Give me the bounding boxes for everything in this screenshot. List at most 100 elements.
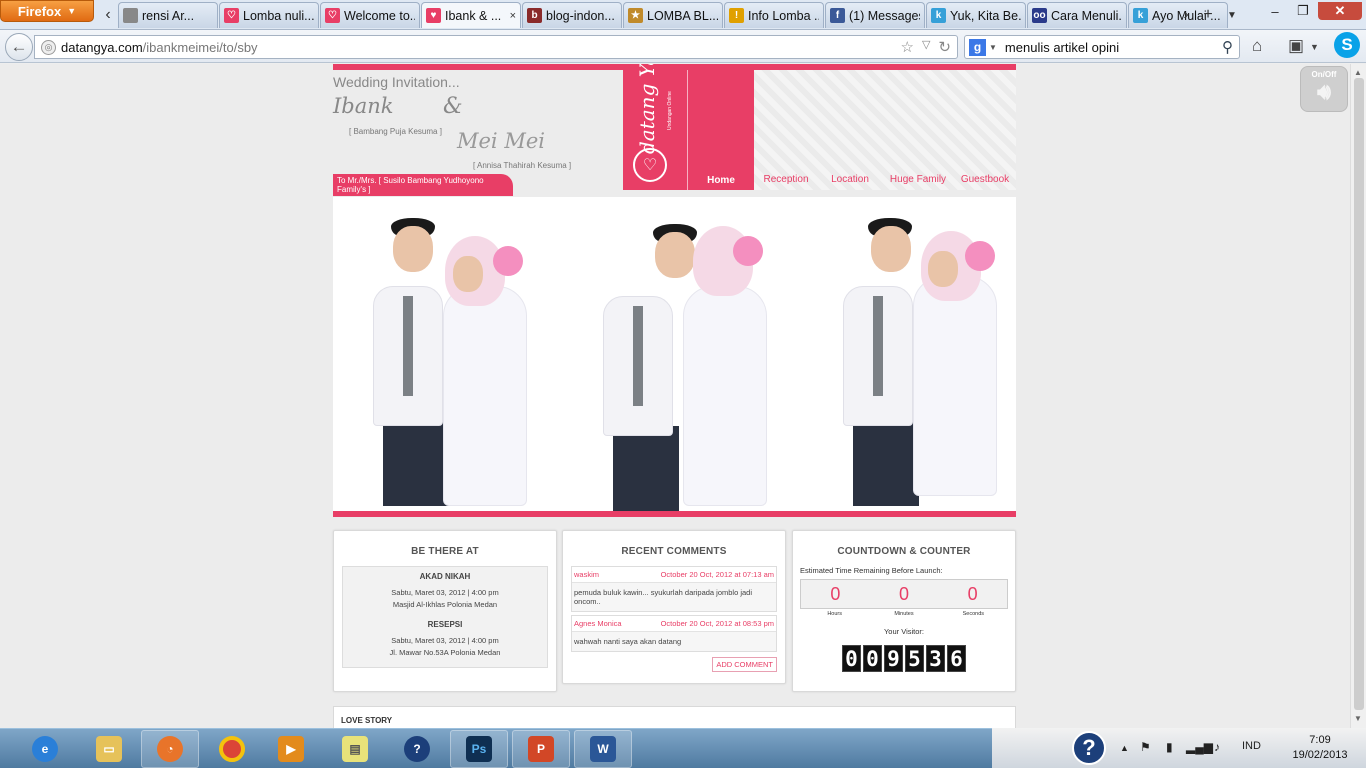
menu-location[interactable]: Location xyxy=(818,168,882,190)
tab-label: Cara Menuli... xyxy=(1051,8,1122,23)
navigation-bar: ← ◎ datangya.com/ibankmeimei/to/sby ☆ ▽ … xyxy=(0,30,1366,63)
close-window-button[interactable]: ✕ xyxy=(1318,2,1362,20)
vertical-scrollbar[interactable]: ▲ ▼ xyxy=(1350,64,1366,728)
volume-icon[interactable]: ♪ xyxy=(1214,740,1220,754)
browser-tab[interactable]: ♡ Lomba nuli... xyxy=(219,2,319,28)
music-toggle-button[interactable]: On/Off 🔊︎ xyxy=(1300,66,1348,112)
tab-label: (1) Messages xyxy=(849,8,920,23)
browser-tab[interactable]: k Yuk, Kita Be... xyxy=(926,2,1026,28)
url-host: datangya.com xyxy=(61,39,143,55)
bookmarks-icon[interactable]: ▣ xyxy=(1288,36,1304,56)
ie-taskbar-button[interactable]: e xyxy=(16,730,74,768)
minutes-value: 0 xyxy=(898,583,909,604)
speaker-icon: 🔊︎ xyxy=(1317,79,1331,104)
history-dropdown-icon[interactable]: ▽ xyxy=(922,38,930,56)
browser-tab[interactable]: ★ LOMBA BL... xyxy=(623,2,723,28)
bookmark-star-icon[interactable]: ☆ xyxy=(901,38,914,56)
close-tab-icon[interactable]: × xyxy=(510,10,516,22)
minimize-button[interactable]: – xyxy=(1262,2,1288,20)
comment-author[interactable]: Agnes Monica xyxy=(574,619,622,628)
skype-icon[interactable]: S xyxy=(1334,32,1360,58)
tab-bar: Firefox ▼ ‹ rensi Ar... ♡ Lomba nuli... ♡ We… xyxy=(0,0,1366,30)
restore-button[interactable]: ❐ xyxy=(1290,2,1316,20)
browser-tab[interactable]: ! Info Lomba ... xyxy=(724,2,824,28)
scrollbar-thumb[interactable] xyxy=(1354,78,1364,710)
firefox-taskbar-button[interactable]: ◔ xyxy=(141,730,199,768)
box-title: BE THERE AT xyxy=(411,546,479,557)
google-icon[interactable]: g xyxy=(969,38,986,56)
comment-text: pemuda buluk kawin... syukurlah daripada… xyxy=(574,588,753,606)
chevron-down-icon[interactable]: ▼ xyxy=(989,43,997,52)
battery-icon[interactable]: ▮ xyxy=(1166,740,1173,754)
signal-icon[interactable]: ▂▄▆ xyxy=(1186,740,1213,754)
bride-name: Mei Mei xyxy=(457,129,545,153)
browser-tab[interactable]: b blog-indon... xyxy=(522,2,622,28)
scroll-tabs-right-button[interactable]: › xyxy=(1176,4,1196,26)
tray-expand-icon[interactable]: ▲ xyxy=(1120,743,1129,753)
favicon-icon: k xyxy=(1133,8,1148,23)
menu-huge-family[interactable]: Huge Family xyxy=(882,168,954,190)
favicon-icon: b xyxy=(527,8,542,23)
seconds-value: 0 xyxy=(967,583,978,604)
powerpoint-taskbar-button[interactable]: P xyxy=(512,730,570,768)
explorer-taskbar-button[interactable]: ▭ xyxy=(80,730,138,768)
reload-icon[interactable]: ↻ xyxy=(938,38,951,56)
media-player-taskbar-button[interactable]: ▶ xyxy=(262,730,320,768)
scroll-tabs-left-button[interactable]: ‹ xyxy=(98,4,118,26)
help-icon[interactable]: ? xyxy=(1072,731,1106,765)
favicon-icon: ! xyxy=(729,8,744,23)
tab-label: LOMBA BL... xyxy=(647,8,718,23)
search-input[interactable]: menulis artikel opini xyxy=(1005,40,1119,55)
search-icon[interactable]: ⚲ xyxy=(1222,38,1233,56)
slider-accent-line xyxy=(333,511,1016,517)
chevron-down-icon[interactable]: ▼ xyxy=(1310,42,1319,52)
tab-label: rensi Ar... xyxy=(142,8,195,23)
browser-tab[interactable]: oo Cara Menuli... xyxy=(1027,2,1127,28)
menu-home[interactable]: Home xyxy=(688,70,754,190)
box-title: COUNTDOWN & COUNTER xyxy=(837,546,971,557)
browser-tab[interactable]: rensi Ar... xyxy=(118,2,218,28)
scroll-down-icon[interactable]: ▼ xyxy=(1354,714,1362,723)
list-tabs-button[interactable]: ▼ xyxy=(1222,4,1242,26)
language-indicator[interactable]: IND xyxy=(1242,740,1261,752)
recent-comments-box: RECENT COMMENTS waskim October 20 Oct, 2… xyxy=(562,530,786,684)
favicon-icon: k xyxy=(931,8,946,23)
counter-digit: 6 xyxy=(947,645,966,672)
tab-label: Yuk, Kita Be... xyxy=(950,8,1021,23)
home-icon[interactable]: ⌂ xyxy=(1252,36,1262,56)
visitor-counter: 0 0 9 5 3 6 xyxy=(793,645,1015,672)
visitor-label: Your Visitor: xyxy=(883,627,925,636)
comment-author[interactable]: waskim xyxy=(574,570,599,579)
clock[interactable]: 7:09 19/02/2013 xyxy=(1290,733,1350,763)
help-taskbar-button[interactable]: ? xyxy=(388,730,446,768)
powerpoint-icon: P xyxy=(528,736,554,762)
word-taskbar-button[interactable]: W xyxy=(574,730,632,768)
bride-full-name: [ Annisa Thahirah Kesuma ] xyxy=(473,161,572,170)
chrome-taskbar-button[interactable] xyxy=(203,730,261,768)
sticky-notes-icon: ▤ xyxy=(342,736,368,762)
main-menu: Reception Location Huge Family Guestbook xyxy=(754,70,1016,190)
url-bar[interactable]: ◎ datangya.com/ibankmeimei/to/sby ☆ ▽ ↻ xyxy=(34,35,958,59)
menu-guestbook[interactable]: Guestbook xyxy=(954,168,1016,190)
comment-item: waskim October 20 Oct, 2012 at 07:13 am … xyxy=(571,566,777,612)
flag-icon[interactable]: ⚑ xyxy=(1140,740,1151,754)
new-tab-button[interactable]: + xyxy=(1198,4,1218,26)
scroll-up-icon[interactable]: ▲ xyxy=(1354,68,1362,77)
browser-tab[interactable]: f (1) Messages xyxy=(825,2,925,28)
photoshop-taskbar-button[interactable]: Ps xyxy=(450,730,508,768)
sticky-notes-taskbar-button[interactable]: ▤ xyxy=(326,730,384,768)
url-path: /ibankmeimei/to/sby xyxy=(142,39,258,55)
counter-digit: 5 xyxy=(905,645,924,672)
couple-photo xyxy=(353,206,543,506)
firefox-menu-button[interactable]: Firefox ▼ xyxy=(0,0,94,22)
menu-reception[interactable]: Reception xyxy=(754,168,818,190)
back-button[interactable]: ← xyxy=(5,33,33,61)
firefox-icon: ◔ xyxy=(157,736,183,762)
photoshop-icon: Ps xyxy=(466,736,492,762)
search-bar[interactable]: g ▼ menulis artikel opini ⚲ xyxy=(964,35,1240,59)
browser-tab[interactable]: ♥ Ibank & ... × xyxy=(421,2,521,28)
add-comment-button[interactable]: ADD COMMENT xyxy=(712,657,777,672)
comment-text: wahwah nanti saya akan datang xyxy=(574,637,682,646)
browser-tab[interactable]: ♡ Welcome to... xyxy=(320,2,420,28)
favicon-icon: ♡ xyxy=(325,8,340,23)
